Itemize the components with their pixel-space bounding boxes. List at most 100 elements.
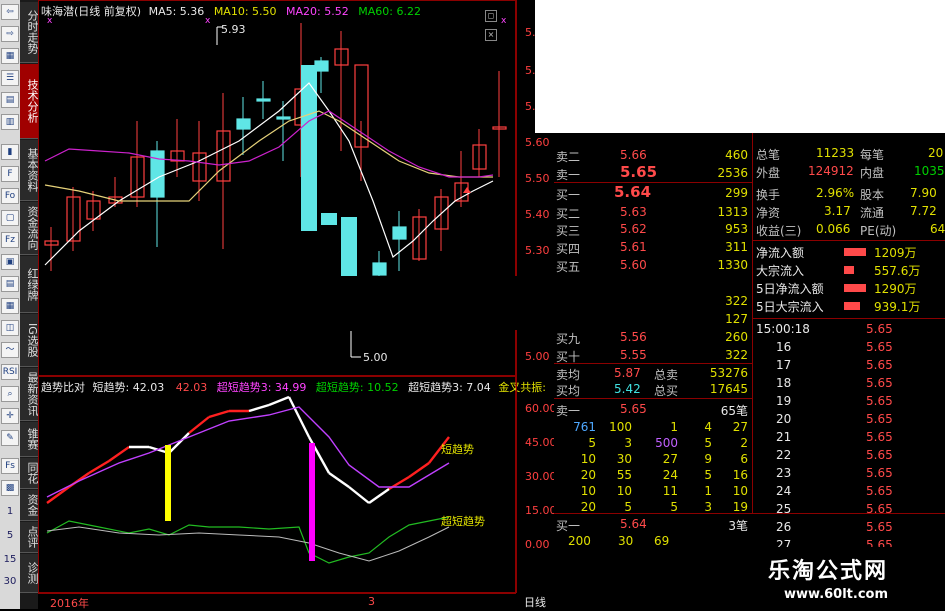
tab-intraday[interactable]: 分时走势	[20, 2, 39, 63]
flow-bar	[844, 248, 866, 256]
tab-comment[interactable]: 点评	[20, 522, 39, 553]
tick-time: 23	[776, 466, 792, 480]
sell-queue-cell: 5	[588, 436, 596, 450]
flow-value: 1290万	[874, 282, 917, 296]
bid10-vol: 322	[725, 348, 748, 362]
bid4-label: 买四	[556, 242, 581, 256]
tick-time: 18	[776, 376, 792, 390]
axis-label: 5.50	[525, 172, 550, 185]
candle-body	[392, 226, 407, 240]
short-trend3-line	[46, 406, 450, 498]
calc-icon[interactable]: ▦	[1, 298, 19, 314]
sell-queue-cell: 10	[616, 484, 632, 498]
buy-queue-cell: 69	[654, 534, 670, 548]
stat-key: 换手	[756, 188, 781, 202]
tab-fundamental[interactable]: 基本资料	[20, 140, 39, 201]
period-label[interactable]: 日线	[516, 594, 554, 610]
box-icon[interactable]: ▩	[1, 480, 19, 496]
fn-icon[interactable]: Fz	[1, 232, 19, 248]
low-price-label: 5.00	[363, 351, 388, 364]
period-30[interactable]: 30	[2, 576, 18, 587]
tab-technical[interactable]: 技术分析	[20, 64, 39, 139]
tick-time: 24	[776, 484, 792, 498]
short-trend-line	[348, 486, 370, 504]
bid5-label: 买五	[556, 260, 581, 274]
candle-body	[372, 262, 387, 276]
buy-queue-count: 3笔	[728, 519, 748, 533]
sell-queue-cell: 5	[704, 436, 712, 450]
trend-canvas	[46, 395, 450, 564]
tick-time: 16	[776, 340, 792, 354]
stat-value: 2.96%	[816, 186, 855, 200]
volume-icon[interactable]: ◫	[1, 320, 19, 336]
tab-redgreen[interactable]: 红绿牌	[20, 256, 39, 313]
chart-icon[interactable]: ▤	[1, 92, 19, 108]
line-icon[interactable]: 〜	[1, 342, 19, 358]
stat-key: 总笔	[756, 148, 781, 162]
tab-diagnose[interactable]: 诊测	[20, 554, 39, 593]
stat-key: 收益(三)	[756, 224, 802, 238]
monitor-icon[interactable]: ▣	[1, 254, 19, 270]
super-short-annotation: 超短趋势	[441, 515, 485, 528]
cross-marker: x	[501, 16, 507, 26]
grid-icon[interactable]: ▦	[1, 48, 19, 64]
bid5-vol: 1330	[717, 258, 748, 272]
tick-time: 21	[776, 430, 792, 444]
left-toolbar: ⇦ ⇨ ▦ ☰ ▤ ▥ ▮ F Fo ▢ Fz ▣ ▤ ▦ ◫ 〜 RSI ⌕ …	[0, 0, 21, 609]
tick-price: 5.65	[866, 322, 893, 336]
tab-fund-flow[interactable]: 资金流向	[20, 202, 39, 255]
axis-label: 5.60	[525, 136, 550, 149]
window-icon[interactable]: ▢	[1, 210, 19, 226]
bid1-vol: 299	[725, 186, 748, 200]
bar-icon[interactable]: ▮	[1, 144, 19, 160]
stat-value: 7.90	[910, 186, 937, 200]
fo-icon[interactable]: Fo	[1, 188, 19, 204]
tab-fund[interactable]: 资金	[20, 490, 39, 521]
list-icon[interactable]: ☰	[1, 70, 19, 86]
cross-icon[interactable]: ✛	[1, 408, 19, 424]
avg-buy-price: 5.42	[614, 382, 641, 396]
forward-arrow-icon[interactable]: ⇨	[1, 26, 19, 42]
f10-icon[interactable]: F	[1, 166, 19, 182]
zoom-icon[interactable]: ⌕	[1, 386, 19, 402]
sell-queue-count: 65笔	[720, 404, 748, 418]
fs-icon[interactable]: Fs	[1, 458, 19, 474]
flow-value: 1209万	[874, 246, 917, 260]
tab-race[interactable]: 锥赛	[20, 422, 39, 457]
avg-sell-label: 卖均	[556, 368, 581, 382]
stat-value: 64	[930, 222, 945, 236]
tab-ths[interactable]: 同花	[20, 458, 39, 489]
sell-queue-price: 5.65	[620, 402, 647, 416]
flow-bar	[844, 266, 854, 274]
sell-queue-cell: 11	[662, 484, 678, 498]
period-1[interactable]: 1	[2, 506, 18, 517]
stat-key: 净资	[756, 206, 781, 220]
sell-queue-cell: 27	[662, 452, 678, 466]
tab-ig[interactable]: IG选股	[20, 314, 39, 367]
trend-indicator-chart[interactable]: 趋势比对 短趋势: 42.03 42.03 超短趋势3: 34.99 超短趋势:…	[38, 376, 546, 593]
bid1-price: 5.64	[614, 183, 652, 201]
short-trend-line	[208, 409, 230, 419]
bid3-price: 5.62	[620, 222, 647, 236]
avg-buy-label: 买均	[556, 384, 581, 398]
bid2-label: 买二	[556, 207, 581, 221]
flow-value: 557.6万	[874, 264, 921, 278]
kline-icon[interactable]: ▥	[1, 114, 19, 130]
ask2-price: 5.66	[620, 148, 647, 162]
period-5[interactable]: 5	[2, 530, 18, 541]
rsi-icon[interactable]: RSI	[1, 364, 19, 380]
period-15[interactable]: 15	[2, 554, 18, 565]
back-arrow-icon[interactable]: ⇦	[1, 4, 19, 20]
sell-queue-label: 卖一	[556, 404, 581, 418]
sub-axis-label: 30.00	[525, 470, 557, 483]
tick-price: 5.65	[866, 502, 893, 516]
bid3-vol: 953	[725, 222, 748, 236]
draw-icon[interactable]: ✎	[1, 430, 19, 446]
layout-icon[interactable]: ▤	[1, 276, 19, 292]
watermark: 乐淘公式网 www.60lt.com	[754, 547, 945, 609]
stat-value: 3.17	[824, 204, 851, 218]
bid4-price: 5.61	[620, 240, 647, 254]
tab-news[interactable]: 最新资讯	[20, 368, 39, 421]
sub-axis-label: 0.00	[525, 538, 550, 551]
tick-price: 5.65	[866, 340, 893, 354]
